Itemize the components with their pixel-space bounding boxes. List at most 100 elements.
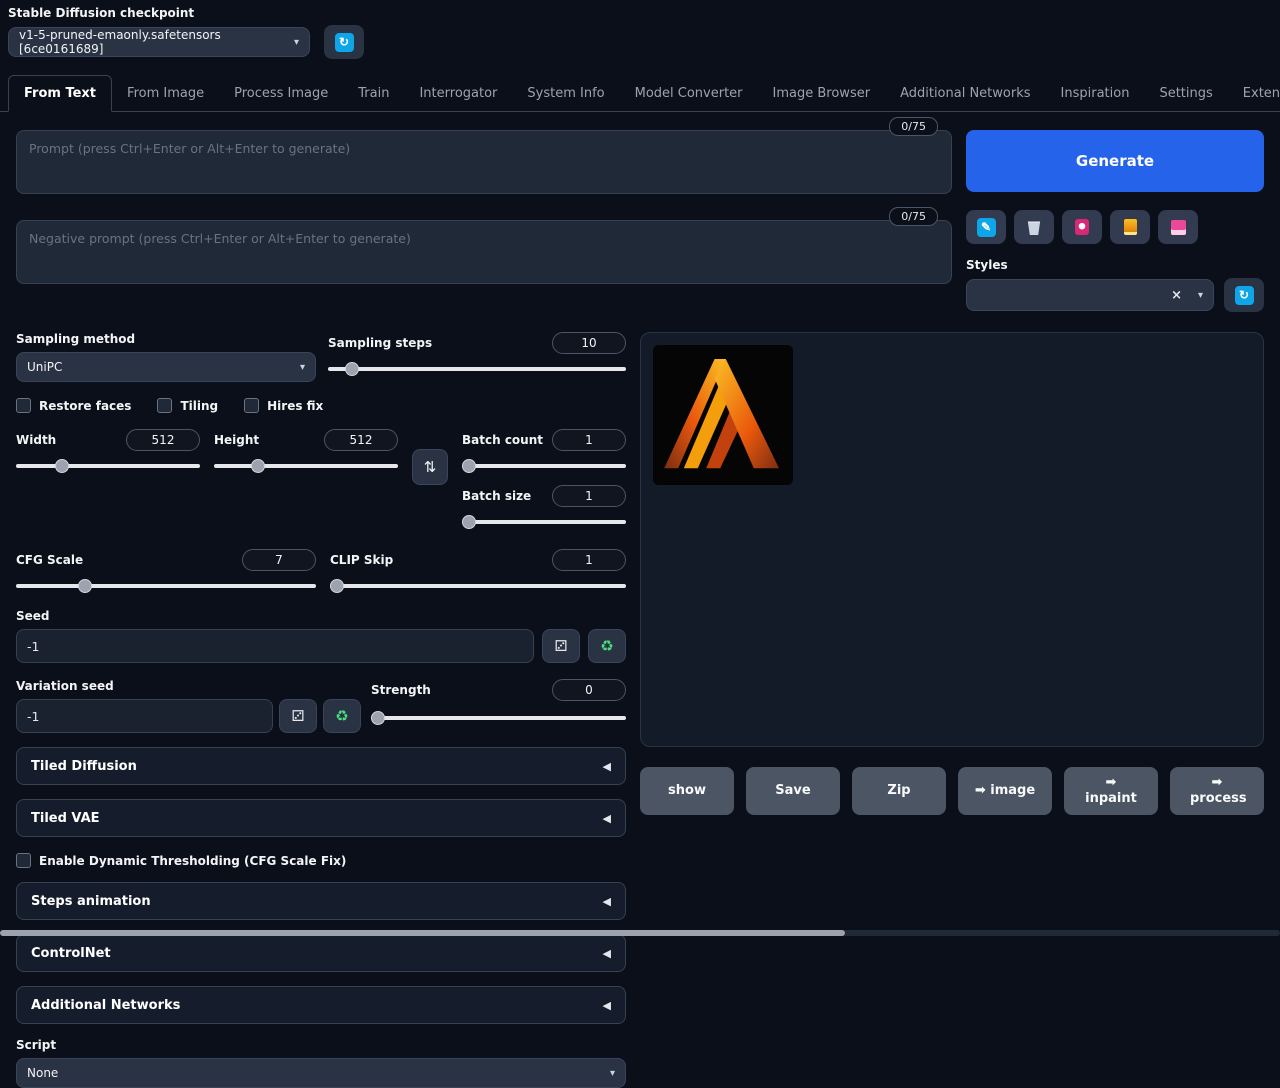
- send-to-inpaint-button[interactable]: ➡ inpaint: [1064, 767, 1158, 815]
- slider-thumb[interactable]: [462, 515, 476, 529]
- tab-model-converter[interactable]: Model Converter: [620, 76, 758, 111]
- output-gallery: [640, 332, 1264, 747]
- tiling-checkbox[interactable]: Tiling: [157, 398, 218, 413]
- tab-additional-networks[interactable]: Additional Networks: [885, 76, 1045, 111]
- clip-skip-value[interactable]: 1: [552, 549, 626, 571]
- clear-icon[interactable]: ×: [1171, 288, 1182, 303]
- slider-track: [462, 464, 626, 468]
- height-slider[interactable]: [214, 459, 398, 473]
- checkpoint-label: Stable Diffusion checkpoint: [8, 6, 1272, 20]
- button-label: Save: [775, 783, 810, 799]
- clear-prompt-button[interactable]: [1014, 210, 1054, 244]
- script-label: Script: [16, 1038, 626, 1052]
- hires-fix-checkbox[interactable]: Hires fix: [244, 398, 323, 413]
- variation-reuse-seed-button[interactable]: ♻: [323, 699, 361, 733]
- random-seed-button[interactable]: ⚂: [542, 629, 580, 663]
- accordion-tiled-vae[interactable]: Tiled VAE ◀: [16, 799, 626, 837]
- slider-thumb[interactable]: [251, 459, 265, 473]
- dynamic-thresholding-label: Enable Dynamic Thresholding (CFG Scale F…: [39, 854, 346, 868]
- restore-faces-checkbox[interactable]: Restore faces: [16, 398, 131, 413]
- slider-track: [328, 367, 626, 371]
- tab-interrogator[interactable]: Interrogator: [404, 76, 512, 111]
- generate-button[interactable]: Generate: [966, 130, 1264, 192]
- tab-process-image[interactable]: Process Image: [219, 76, 343, 111]
- slider-thumb[interactable]: [55, 459, 69, 473]
- zip-button[interactable]: Zip: [852, 767, 946, 815]
- tab-from-image[interactable]: From Image: [112, 76, 219, 111]
- strength-slider[interactable]: [371, 711, 626, 725]
- send-to-image-button[interactable]: ➡ image: [958, 767, 1052, 815]
- checkpoint-select[interactable]: v1-5-pruned-emaonly.safetensors [6ce0161…: [8, 27, 310, 57]
- seed-input[interactable]: -1: [16, 629, 534, 663]
- show-button[interactable]: show: [640, 767, 734, 815]
- slider-thumb[interactable]: [462, 459, 476, 473]
- sampling-method-select[interactable]: UniPC ▾: [16, 352, 316, 382]
- slider-thumb[interactable]: [345, 362, 359, 376]
- swap-dimensions-button[interactable]: ⇅: [412, 449, 448, 485]
- extra-networks-button[interactable]: [1062, 210, 1102, 244]
- width-slider[interactable]: [16, 459, 200, 473]
- sampling-steps-slider[interactable]: [328, 362, 626, 376]
- output-image[interactable]: [653, 345, 793, 485]
- clipboard-icon: [1124, 219, 1137, 235]
- tab-train[interactable]: Train: [343, 76, 404, 111]
- dynamic-thresholding-checkbox[interactable]: Enable Dynamic Thresholding (CFG Scale F…: [16, 853, 626, 868]
- slider-thumb[interactable]: [371, 711, 385, 725]
- batch-count-value[interactable]: 1: [552, 429, 626, 451]
- recycle-icon: ♻: [600, 637, 613, 655]
- sampling-steps-value[interactable]: 10: [552, 332, 626, 354]
- width-value[interactable]: 512: [126, 429, 200, 451]
- scrollbar-thumb[interactable]: [0, 930, 845, 936]
- slider-thumb[interactable]: [78, 579, 92, 593]
- slider-thumb[interactable]: [330, 579, 344, 593]
- cfg-scale-slider[interactable]: [16, 579, 316, 593]
- styles-select[interactable]: × ▾: [966, 279, 1214, 311]
- batch-count-slider[interactable]: [462, 459, 626, 473]
- accordion-title: Tiled Diffusion: [31, 759, 137, 774]
- sampling-method-value: UniPC: [27, 360, 62, 374]
- accordion-tiled-diffusion[interactable]: Tiled Diffusion ◀: [16, 747, 626, 785]
- script-select[interactable]: None ▾: [16, 1058, 626, 1088]
- variation-seed-label: Variation seed: [16, 679, 361, 693]
- strength-label: Strength: [371, 683, 431, 697]
- batch-size-slider[interactable]: [462, 515, 626, 529]
- strength-value[interactable]: 0: [552, 679, 626, 701]
- height-value[interactable]: 512: [324, 429, 398, 451]
- negative-prompt-input[interactable]: [16, 220, 952, 284]
- slider-track: [462, 520, 626, 524]
- horizontal-scrollbar[interactable]: [0, 930, 1280, 936]
- checkbox-box: [16, 853, 31, 868]
- checkpoint-refresh-button[interactable]: ↻: [324, 25, 364, 59]
- styles-refresh-button[interactable]: ↻: [1224, 278, 1264, 312]
- accordion-controlnet[interactable]: ControlNet ◀: [16, 934, 626, 972]
- batch-size-value[interactable]: 1: [552, 485, 626, 507]
- slider-track: [214, 464, 398, 468]
- prompt-input[interactable]: [16, 130, 952, 194]
- variation-seed-input[interactable]: -1: [16, 699, 273, 733]
- tab-system-info[interactable]: System Info: [512, 76, 619, 111]
- accordion-additional-networks[interactable]: Additional Networks ◀: [16, 986, 626, 1024]
- tab-extensions[interactable]: Extensions: [1228, 76, 1280, 111]
- styles-label: Styles: [966, 258, 1264, 272]
- trash-icon: [1027, 219, 1041, 235]
- slider-track: [16, 584, 316, 588]
- chevron-down-icon: ▾: [294, 37, 299, 48]
- send-to-process-button[interactable]: ➡ process: [1170, 767, 1264, 815]
- tab-inspiration[interactable]: Inspiration: [1046, 76, 1145, 111]
- save-style-button[interactable]: [1158, 210, 1198, 244]
- tab-image-browser[interactable]: Image Browser: [758, 76, 886, 111]
- sampling-steps-label: Sampling steps: [328, 336, 432, 350]
- tab-settings[interactable]: Settings: [1144, 76, 1227, 111]
- tab-from-text[interactable]: From Text: [8, 75, 112, 112]
- slider-track: [371, 716, 626, 720]
- apply-styles-button[interactable]: [1110, 210, 1150, 244]
- cfg-scale-value[interactable]: 7: [242, 549, 316, 571]
- seed-label: Seed: [16, 609, 626, 623]
- accordion-steps-animation[interactable]: Steps animation ◀: [16, 882, 626, 920]
- generated-image: [653, 345, 793, 485]
- save-button[interactable]: Save: [746, 767, 840, 815]
- reuse-seed-button[interactable]: ♻: [588, 629, 626, 663]
- clip-skip-slider[interactable]: [330, 579, 626, 593]
- variation-random-seed-button[interactable]: ⚂: [279, 699, 317, 733]
- paste-button[interactable]: ✎: [966, 210, 1006, 244]
